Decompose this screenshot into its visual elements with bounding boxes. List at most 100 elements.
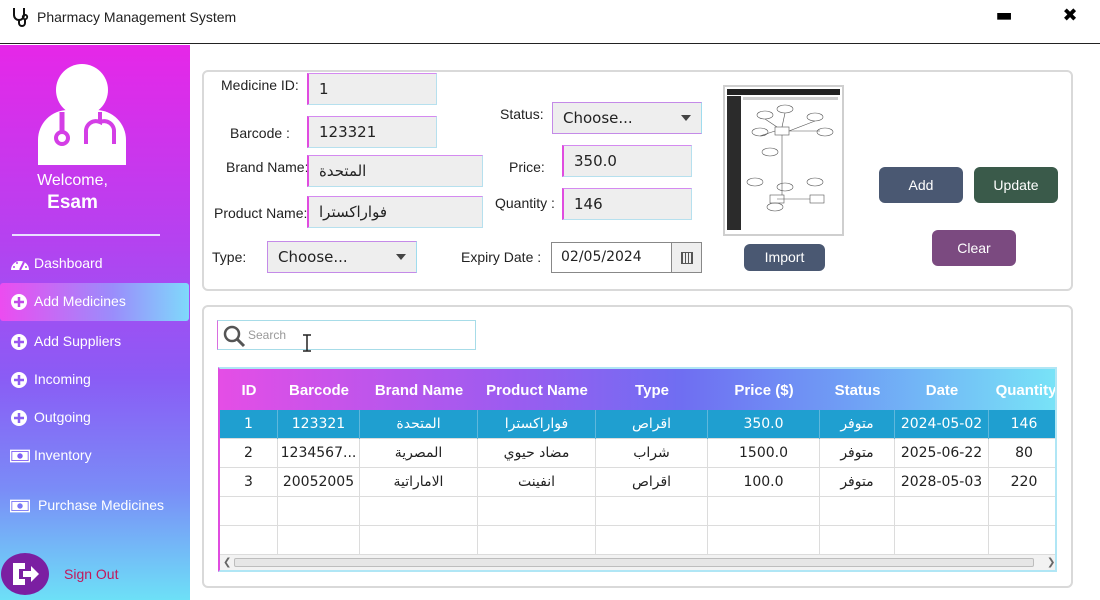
table-cell: شراب xyxy=(596,439,708,468)
horizontal-scrollbar[interactable]: ❮ ❯ xyxy=(220,555,1055,570)
table-cell xyxy=(596,526,708,555)
table-cell xyxy=(278,497,360,526)
type-label: Type: xyxy=(212,249,247,265)
price-label: Price: xyxy=(509,159,545,175)
price-field[interactable]: 350.0 xyxy=(562,145,692,177)
table-cell: 1234567... xyxy=(278,439,360,468)
column-header[interactable]: Date xyxy=(895,382,989,399)
table-row-empty xyxy=(220,526,1055,555)
minimize-button[interactable]: ▬ xyxy=(992,4,1016,28)
table-cell: 3 xyxy=(220,468,278,497)
table-cell: انفينت xyxy=(478,468,596,497)
medicine-id-field[interactable]: 1 xyxy=(307,73,437,105)
plus-circle-icon xyxy=(11,294,27,310)
column-header[interactable]: ID xyxy=(220,382,278,399)
table-cell: اقراص xyxy=(596,468,708,497)
table-cell xyxy=(220,497,278,526)
column-header[interactable]: Brand Name xyxy=(360,382,478,399)
column-header[interactable]: Quantity xyxy=(989,382,1055,399)
money-icon xyxy=(10,499,30,513)
search-box[interactable]: Search xyxy=(217,320,476,350)
sidebar-item-inventory[interactable]: Inventory xyxy=(0,437,190,475)
column-header[interactable]: Product Name xyxy=(478,382,596,399)
sidebar-divider xyxy=(12,234,160,236)
stethoscope-icon xyxy=(13,8,29,27)
search-icon xyxy=(223,325,246,348)
sidebar-item-label: Incoming xyxy=(34,371,91,387)
column-header[interactable]: Type xyxy=(596,382,708,399)
search-input[interactable]: Search xyxy=(248,328,286,342)
table-cell: 2025-06-22 xyxy=(895,439,989,468)
table-row[interactable]: 1 123321 المتحدة فواراكسترا اقراص 350.0 … xyxy=(220,410,1055,439)
chevron-down-icon xyxy=(396,254,406,260)
sidebar-item-add-medicines[interactable]: Add Medicines xyxy=(0,283,189,321)
image-thumbnail xyxy=(725,87,842,234)
table-cell: مضاد حيوي xyxy=(478,439,596,468)
table-cell: 2024-05-02 xyxy=(895,410,989,439)
dashboard-icon xyxy=(11,261,29,271)
barcode-field[interactable]: 123321 xyxy=(307,116,437,148)
scroll-right-icon[interactable]: ❯ xyxy=(1047,557,1055,568)
text-cursor-icon xyxy=(303,334,311,352)
sidebar-item-label: Add Medicines xyxy=(34,293,126,309)
table-row[interactable]: 2 1234567... المصرية مضاد حيوي شراب 1500… xyxy=(220,439,1055,468)
column-header[interactable]: Barcode xyxy=(278,382,360,399)
table-cell: 146 xyxy=(1010,416,1038,432)
update-button[interactable]: Update xyxy=(974,167,1058,203)
welcome-text: Welcome, xyxy=(37,172,108,189)
table-cell: 220 xyxy=(1010,474,1038,490)
table-cell xyxy=(895,526,989,555)
table-row[interactable]: 3 20052005 الاماراتية انفينت اقراص 100.0… xyxy=(220,468,1055,497)
type-selected-value: Choose... xyxy=(278,248,348,266)
table-row-empty xyxy=(220,497,1055,526)
sidebar-item-purchase-medicines[interactable]: Purchase Medicines xyxy=(0,487,190,525)
scroll-left-icon[interactable]: ❮ xyxy=(223,557,231,568)
status-dropdown[interactable]: Choose... xyxy=(552,102,702,134)
date-picker-button[interactable] xyxy=(671,242,702,273)
sidebar-item-add-suppliers[interactable]: Add Suppliers xyxy=(0,323,190,361)
table-cell: 2028-05-03 xyxy=(895,468,989,497)
table-cell xyxy=(596,497,708,526)
table-cell xyxy=(820,526,895,555)
close-button[interactable]: ✖ xyxy=(1058,4,1082,28)
status-selected-value: Choose... xyxy=(563,109,633,127)
medicine-id-label: Medicine ID: xyxy=(221,77,299,93)
table-cell xyxy=(708,497,820,526)
sidebar-item-incoming[interactable]: Incoming xyxy=(0,361,190,399)
sidebar-item-label: Purchase Medicines xyxy=(38,497,165,513)
table-cell xyxy=(820,497,895,526)
signout-label[interactable]: Sign Out xyxy=(64,566,118,582)
table-cell: 350.0 xyxy=(708,410,820,439)
column-header[interactable]: Status xyxy=(820,382,895,399)
table-cell: 1 xyxy=(220,410,278,439)
sidebar-item-outgoing[interactable]: Outgoing xyxy=(0,399,190,437)
plus-circle-icon xyxy=(11,372,27,388)
quantity-field[interactable]: 146 xyxy=(562,188,692,220)
quantity-label: Quantity : xyxy=(495,195,555,211)
table-cell: 100.0 xyxy=(708,468,820,497)
import-image-button[interactable]: Import xyxy=(744,244,825,271)
column-header[interactable]: Price ($) xyxy=(708,382,820,399)
clear-button[interactable]: Clear xyxy=(932,230,1016,266)
table-cell xyxy=(360,526,478,555)
brand-name-label: Brand Name: xyxy=(226,159,309,175)
table-cell: فواراكسترا xyxy=(478,410,596,439)
product-name-field[interactable]: فواراكسترا xyxy=(307,196,483,228)
medicine-table[interactable]: ID Barcode Brand Name Product Name Type … xyxy=(218,367,1057,572)
sidebar-item-label: Inventory xyxy=(34,447,92,463)
table-cell: اقراص xyxy=(596,410,708,439)
add-button[interactable]: Add xyxy=(879,167,963,203)
barcode-label: Barcode : xyxy=(230,125,290,141)
product-name-label: Product Name: xyxy=(214,205,308,221)
table-cell: الاماراتية xyxy=(360,468,478,497)
sidebar-item-label: Add Suppliers xyxy=(34,333,122,349)
signout-button[interactable] xyxy=(1,553,49,595)
table-header: ID Barcode Brand Name Product Name Type … xyxy=(220,369,1055,410)
table-cell: 1500.0 xyxy=(708,439,820,468)
scrollbar-thumb[interactable] xyxy=(234,558,1034,567)
brand-name-field[interactable]: المتحدة xyxy=(307,155,483,187)
expiry-date-field[interactable]: 02/05/2024 xyxy=(551,242,672,273)
type-dropdown[interactable]: Choose... xyxy=(267,241,417,273)
table-cell: 2 xyxy=(220,439,278,468)
sidebar-item-dashboard[interactable]: Dashboard xyxy=(0,245,190,283)
